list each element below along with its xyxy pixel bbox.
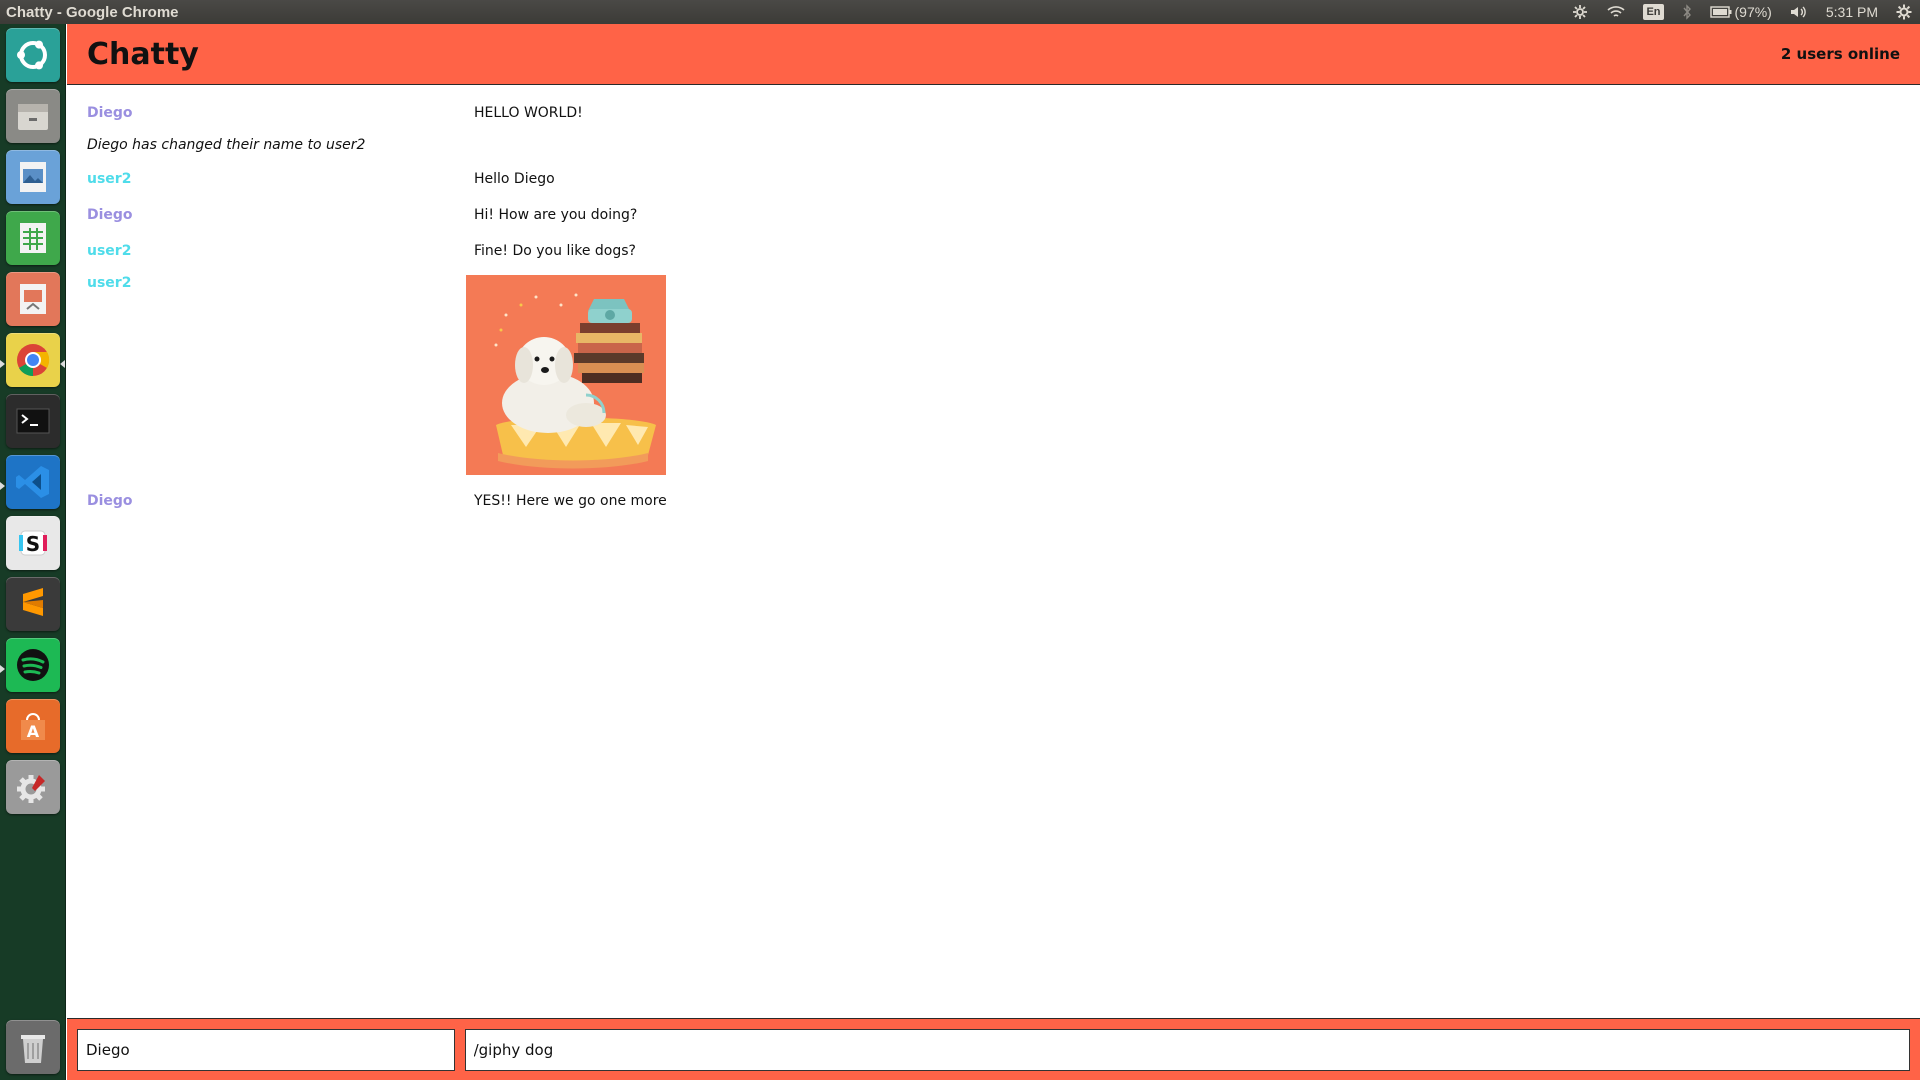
spreadsheet-icon[interactable] [6,211,60,265]
session-gear-icon[interactable] [1896,4,1912,20]
volume-icon[interactable] [1790,5,1808,19]
presentation-icon[interactable] [6,272,60,326]
message-content: YES!! Here we go one more [474,493,667,509]
message: user2 Fine! Do you like dogs? [87,237,1900,273]
ubuntu-dash-icon[interactable] [6,28,60,82]
running-indicator [0,665,5,673]
launcher: S A [0,24,66,1080]
svg-text:S: S [26,532,40,556]
clock[interactable]: 5:31 PM [1826,4,1878,20]
message: Diego HELLO WORLD! [87,99,1900,135]
message-content: Hi! How are you doing? [474,207,638,223]
username-input[interactable] [77,1028,455,1071]
message: user2 Hello Diego [87,165,1900,201]
vscode-icon[interactable] [6,455,60,509]
chat-bar [67,1018,1920,1080]
battery-percentage: (97%) [1734,4,1772,20]
sublime-text-icon[interactable] [6,577,60,631]
dog-gif-image [466,275,666,475]
message-content: HELLO WORLD! [474,105,583,121]
message-username: Diego [87,493,133,509]
file-manager-icon[interactable] [6,89,60,143]
app-brand[interactable]: Chatty [87,37,199,72]
image-viewer-icon[interactable] [6,150,60,204]
wifi-icon[interactable] [1607,5,1625,19]
software-center-icon[interactable]: A [6,699,60,753]
battery-indicator[interactable]: (97%) [1709,4,1772,20]
message: Diego Hi! How are you doing? [87,201,1900,237]
window-title: Chatty - Google Chrome [6,3,179,21]
bluetooth-icon[interactable] [1682,4,1692,20]
message-username: Diego [87,207,133,223]
message-list: Diego HELLO WORLD! Diego has changed the… [67,85,1920,523]
svg-text:A: A [27,722,40,741]
system-notification: Diego has changed their name to user2 [87,135,1900,165]
top-panel: Chatty - Google Chrome En (97%) 5:31 PM [0,0,1920,24]
message-username: Diego [87,105,133,121]
message: Diego YES!! Here we go one more [87,487,1900,523]
navbar: Chatty 2 users online [67,24,1920,85]
message-username: user2 [87,275,132,291]
running-indicator [0,360,5,368]
chrome-icon[interactable] [6,333,60,387]
trash-icon[interactable] [6,1020,60,1074]
message-image-container [466,275,666,487]
spotify-icon[interactable] [6,638,60,692]
slack-icon[interactable]: S [6,516,60,570]
users-online-count: 2 users online [1780,45,1900,63]
image-message: user2 [87,273,1900,487]
focused-indicator [60,360,65,368]
message-content: Hello Diego [474,171,555,187]
message-content: Fine! Do you like dogs? [474,243,636,259]
notification-text: Diego has changed their name to user2 [87,137,366,153]
keyboard-layout-indicator[interactable]: En [1643,4,1664,20]
message-input[interactable] [464,1028,1910,1071]
running-indicator [0,482,5,490]
network-indicator-icon[interactable] [1571,4,1589,20]
chatty-app: Chatty 2 users online Diego HELLO WORLD!… [67,24,1920,1080]
system-tray: En (97%) 5:31 PM [1571,4,1920,20]
message-username: user2 [87,243,132,259]
system-settings-icon[interactable] [6,760,60,814]
terminal-icon[interactable] [6,394,60,448]
message-username: user2 [87,171,132,187]
battery-icon [1709,6,1731,18]
